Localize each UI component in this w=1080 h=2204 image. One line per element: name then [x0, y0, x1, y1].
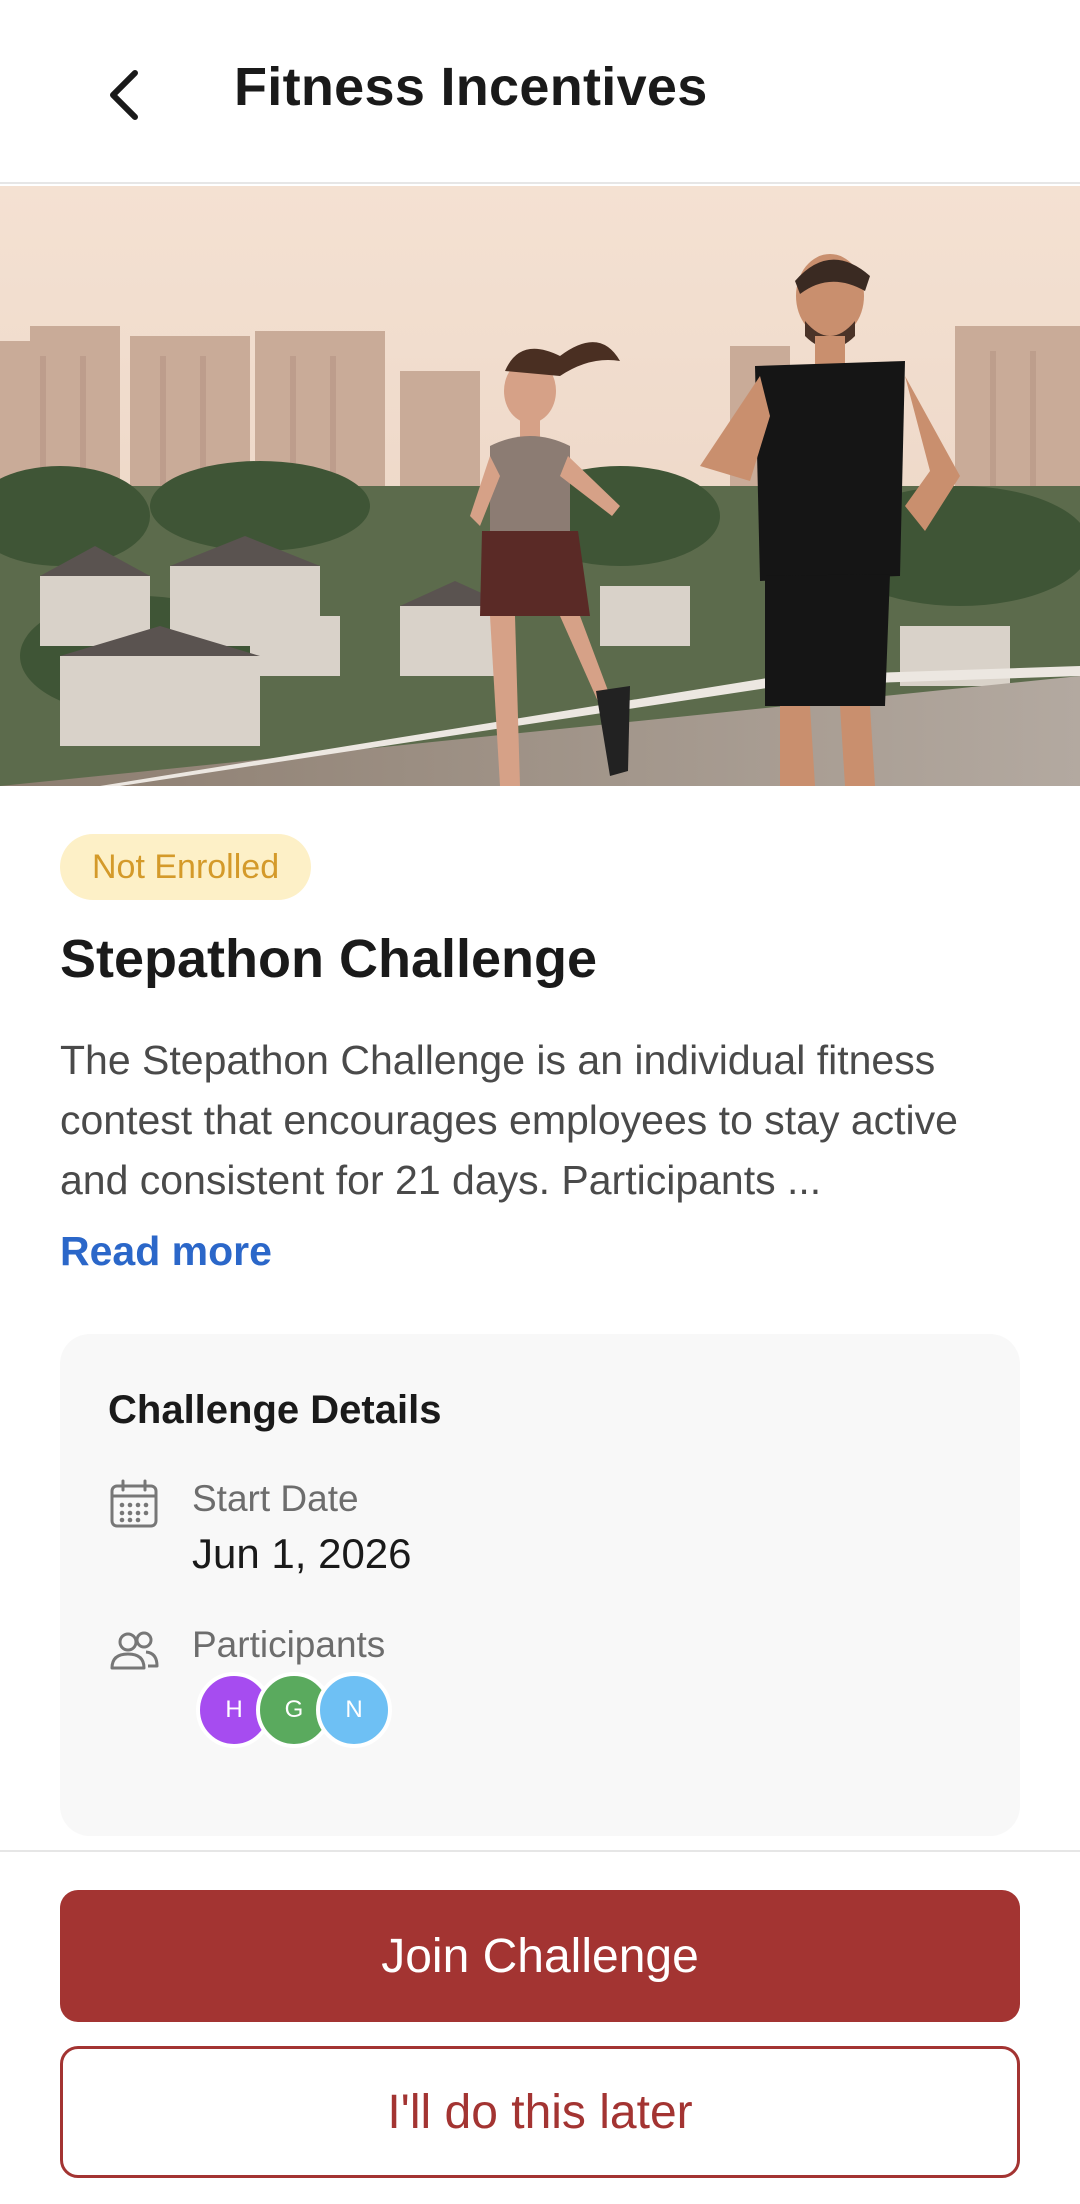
challenge-description: The Stepathon Challenge is an individual… [60, 1037, 958, 1203]
participants-icon [110, 1631, 159, 1670]
chevron-left-icon [110, 70, 138, 120]
app-bar: Fitness Incentives [0, 0, 1080, 184]
hero-image [0, 186, 1080, 786]
do-later-button[interactable]: I'll do this later [60, 2046, 1020, 2178]
footer-divider [0, 1850, 1080, 1852]
challenge-title: Stepathon Challenge [60, 929, 598, 989]
read-more-link[interactable]: Read more [60, 1228, 272, 1275]
calendar-icon [110, 1479, 158, 1528]
participants-label: Participants [192, 1624, 386, 1665]
details-heading: Challenge Details [108, 1388, 442, 1432]
join-challenge-button[interactable]: Join Challenge [60, 1890, 1020, 2022]
back-button[interactable] [90, 60, 160, 130]
challenge-details-card: Challenge Details Start Date Jun 1, 2026… [60, 1334, 1020, 1836]
status-badge: Not Enrolled [60, 834, 312, 900]
start-date-value: Jun 1, 2026 [192, 1530, 412, 1577]
avatar: N [316, 1672, 392, 1748]
start-date-label: Start Date [192, 1478, 359, 1519]
participant-avatars: H G N [196, 1672, 392, 1748]
page-title: Fitness Incentives [234, 57, 708, 117]
